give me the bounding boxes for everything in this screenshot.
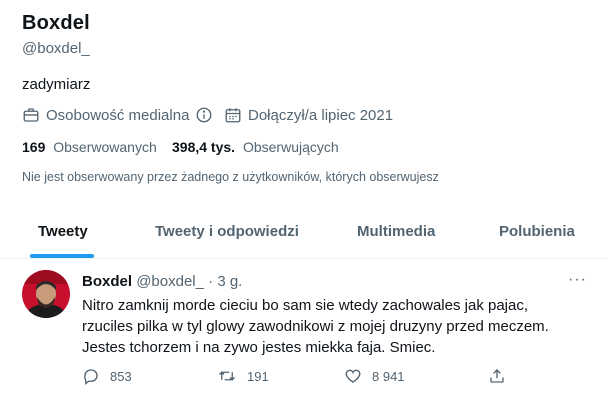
tweet-author[interactable]: Boxdel	[82, 273, 132, 290]
following-link[interactable]: 169 Obserwowanych	[22, 139, 157, 155]
reply-count: 853	[110, 368, 132, 384]
following-label: Obserwowanych	[53, 139, 157, 155]
avatar[interactable]	[22, 270, 70, 318]
more-icon[interactable]: ···	[568, 271, 587, 289]
tweet-handle[interactable]: @boxdel_	[136, 273, 204, 290]
retweet-button[interactable]: 191	[217, 367, 269, 385]
followers-link[interactable]: 398,4 tys. Obserwujących	[172, 139, 339, 155]
reply-button[interactable]: 853	[82, 367, 132, 385]
profile-name: Boxdel	[22, 12, 90, 34]
followers-label: Obserwujących	[242, 139, 339, 155]
like-icon	[345, 369, 361, 383]
reply-icon	[84, 369, 98, 385]
not-followed-note: Nie jest obserwowany przez żadnego z uży…	[22, 170, 439, 184]
profile-handle: @boxdel_	[22, 40, 90, 57]
tab-media[interactable]: Multimedia	[357, 223, 435, 240]
info-icon[interactable]	[195, 106, 219, 124]
tweet-separator: ·	[208, 273, 214, 290]
profile-bio: zadymiarz	[22, 76, 91, 93]
retweet-count: 191	[247, 368, 269, 384]
tab-tweets[interactable]: Tweety	[38, 223, 88, 240]
share-icon	[490, 369, 504, 383]
followers-count: 398,4 tys.	[172, 139, 236, 155]
tab-likes[interactable]: Polubienia	[499, 223, 575, 240]
profile-joined: Dołączył/a lipiec 2021	[224, 106, 393, 124]
profile-category-label: Osobowość medialna	[46, 106, 190, 124]
following-count: 169	[22, 139, 46, 155]
tab-tweets-and-replies[interactable]: Tweety i odpowiedzi	[155, 223, 299, 240]
profile-joined-label: Dołączył/a lipiec 2021	[248, 106, 394, 124]
share-button[interactable]	[488, 367, 516, 385]
like-count: 8 941	[372, 368, 405, 384]
tweet-text: Nitro zamknij morde cieciu bo sam sie wt…	[82, 297, 549, 356]
retweet-icon	[219, 371, 235, 381]
tweet-header: Boxdel @boxdel_ · 3 g.	[82, 273, 242, 290]
tabs-divider	[0, 258, 608, 259]
profile-category: Osobowość medialna	[22, 106, 219, 124]
tweet-time[interactable]: 3 g.	[217, 273, 242, 290]
calendar-icon	[225, 108, 241, 123]
like-button[interactable]: 8 941	[344, 367, 405, 385]
briefcase-icon	[23, 108, 39, 122]
